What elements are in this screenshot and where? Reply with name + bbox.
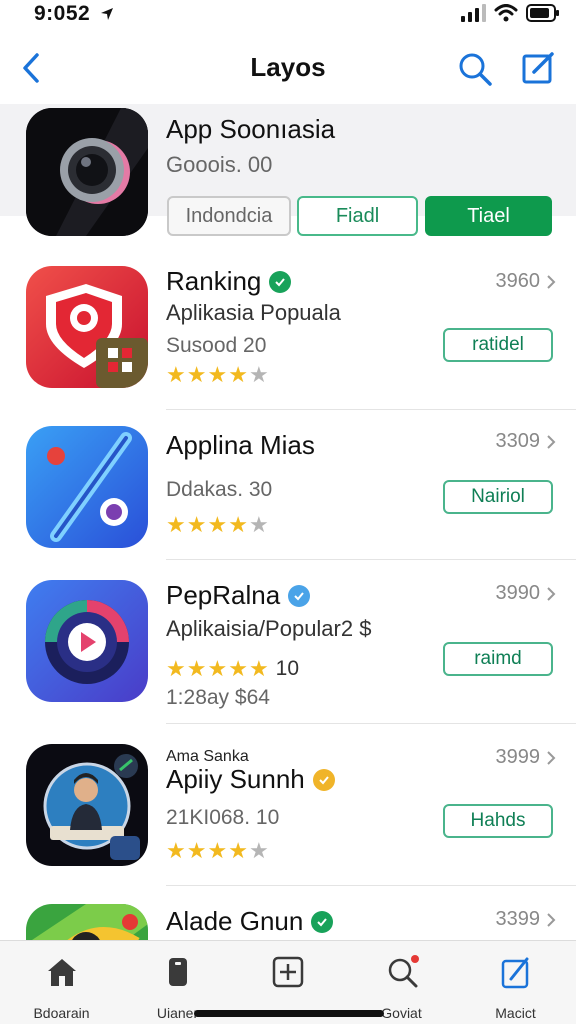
compose-button[interactable] xyxy=(520,50,556,86)
navigation-bar: Layos xyxy=(0,34,576,104)
app-price[interactable]: 3309 xyxy=(496,430,557,453)
price-text: 3990 xyxy=(495,582,541,604)
get-button[interactable]: Nairiol xyxy=(443,480,553,514)
plus-square-icon xyxy=(272,956,304,988)
compose-icon xyxy=(501,957,529,989)
price-text: 3309 xyxy=(495,430,541,452)
verified-badge-icon xyxy=(312,768,335,791)
chevron-right-icon xyxy=(547,434,556,449)
app-meta: Susood 20 xyxy=(166,334,267,357)
verified-badge-icon xyxy=(288,584,311,607)
app-price[interactable]: 3990 xyxy=(496,582,557,605)
chevron-right-icon xyxy=(547,274,556,289)
price-text: 3999 xyxy=(495,746,541,768)
tab-home[interactable]: Bdoarain xyxy=(4,949,119,1021)
verified-badge-icon xyxy=(269,270,292,293)
app-icon[interactable] xyxy=(26,904,148,940)
list-item[interactable]: Ama Sanka Apiiy Sunnh 21KI068. 10 ★ ★ ★ ★ ★ … xyxy=(0,724,576,886)
app-name[interactable]: Applina Mias xyxy=(166,430,315,461)
search-icon xyxy=(388,955,419,988)
get-button[interactable]: ratidel xyxy=(443,328,553,362)
chip-primary[interactable]: Tiael xyxy=(425,196,552,236)
star-rating: ★ ★ ★ ★ ★ xyxy=(166,362,269,387)
app-name-text: PepRalna xyxy=(166,580,281,610)
star-rating: ★ ★ ★ ★ ★ xyxy=(166,838,269,863)
play-circle-app-icon xyxy=(26,580,148,702)
list-item[interactable]: Alade Gnun 3399 xyxy=(0,886,576,940)
chevron-right-icon xyxy=(547,912,556,927)
app-name[interactable]: Apiiy Sunnh xyxy=(166,764,335,795)
get-button[interactable]: Hahds xyxy=(443,804,553,838)
chip-filter[interactable]: Fiadl xyxy=(297,196,418,236)
featured-app-subtitle: Gooois. 00 xyxy=(166,152,273,177)
cellular-signal-icon xyxy=(461,4,486,22)
app-icon[interactable] xyxy=(26,266,148,388)
status-time-text: 9:052 xyxy=(34,2,91,25)
status-time: 9:052 xyxy=(34,2,115,26)
price-text: 3399 xyxy=(495,908,541,930)
search-button[interactable] xyxy=(456,50,494,88)
app-price[interactable]: 3960 xyxy=(496,270,557,293)
chevron-right-icon xyxy=(547,586,556,601)
map-pin-app-icon xyxy=(26,266,148,388)
camera-lens-icon xyxy=(26,108,148,236)
battery-icon xyxy=(526,4,559,22)
rating-count: 10 xyxy=(275,657,300,680)
featured-app-icon[interactable] xyxy=(26,108,148,236)
app-name[interactable]: Ranking xyxy=(166,266,292,297)
app-price[interactable]: 3399 xyxy=(496,908,557,931)
featured-app-title[interactable]: App Soonıasia xyxy=(166,114,335,145)
chart-line-app-icon xyxy=(26,426,148,548)
star-rating: ★ ★ ★ ★ ★ xyxy=(166,512,269,537)
tab-label: Macict xyxy=(495,1005,536,1021)
app-category: Aplikasia Popuala xyxy=(166,300,341,325)
status-bar: 9:052 xyxy=(0,0,576,34)
home-indicator xyxy=(194,1010,384,1017)
star-rating: ★ ★ ★ ★ ★ 10 xyxy=(166,656,300,681)
app-icon[interactable] xyxy=(26,744,148,866)
tab-notes[interactable]: Macict xyxy=(458,949,573,1021)
app-icon[interactable] xyxy=(26,426,148,548)
chip-region[interactable]: Indondcia xyxy=(167,196,291,236)
app-icon[interactable] xyxy=(26,580,148,702)
maps-app-icon xyxy=(26,904,148,940)
app-category: Aplikaisia/Popular2 $ xyxy=(166,616,372,641)
search-icon xyxy=(459,53,492,86)
wifi-icon xyxy=(494,4,518,22)
list-item[interactable]: Ranking Aplikasia Popuala Susood 20 ★ ★ ★ ★… xyxy=(0,262,576,410)
tab-label: Bdoarain xyxy=(33,1005,90,1021)
verified-badge-icon xyxy=(311,910,334,933)
home-icon xyxy=(48,959,76,986)
app-price[interactable]: 3999 xyxy=(496,746,557,769)
app-meta: 21KI068. 10 xyxy=(166,806,280,829)
compose-icon xyxy=(522,52,554,84)
status-icons xyxy=(460,4,560,22)
price-text: 3960 xyxy=(495,270,541,292)
app-name-text: Ranking xyxy=(166,266,262,296)
list-item[interactable]: Applina Mias Ddakas. 30 ★ ★ ★ ★ ★ 3309 Nairi… xyxy=(0,410,576,560)
get-button[interactable]: raimd xyxy=(443,642,553,676)
chevron-right-icon xyxy=(547,750,556,765)
app-name-text: Applina Mias xyxy=(166,430,315,460)
app-name[interactable]: PepRalna xyxy=(166,580,311,611)
app-name-text: Alade Gnun xyxy=(166,906,304,936)
person-portrait-app-icon xyxy=(26,744,148,866)
location-arrow-icon xyxy=(100,8,113,21)
phone-icon xyxy=(169,958,187,986)
app-name[interactable]: Alade Gnun xyxy=(166,906,334,937)
app-meta: Ddakas. 30 xyxy=(166,478,273,501)
app-name-text: Apiiy Sunnh xyxy=(166,764,305,794)
list-item[interactable]: PepRalna Aplikaisia/Popular2 $ ★ ★ ★ ★ ★ 10 … xyxy=(0,560,576,724)
app-meta: 1:28ay $64 xyxy=(166,686,270,709)
